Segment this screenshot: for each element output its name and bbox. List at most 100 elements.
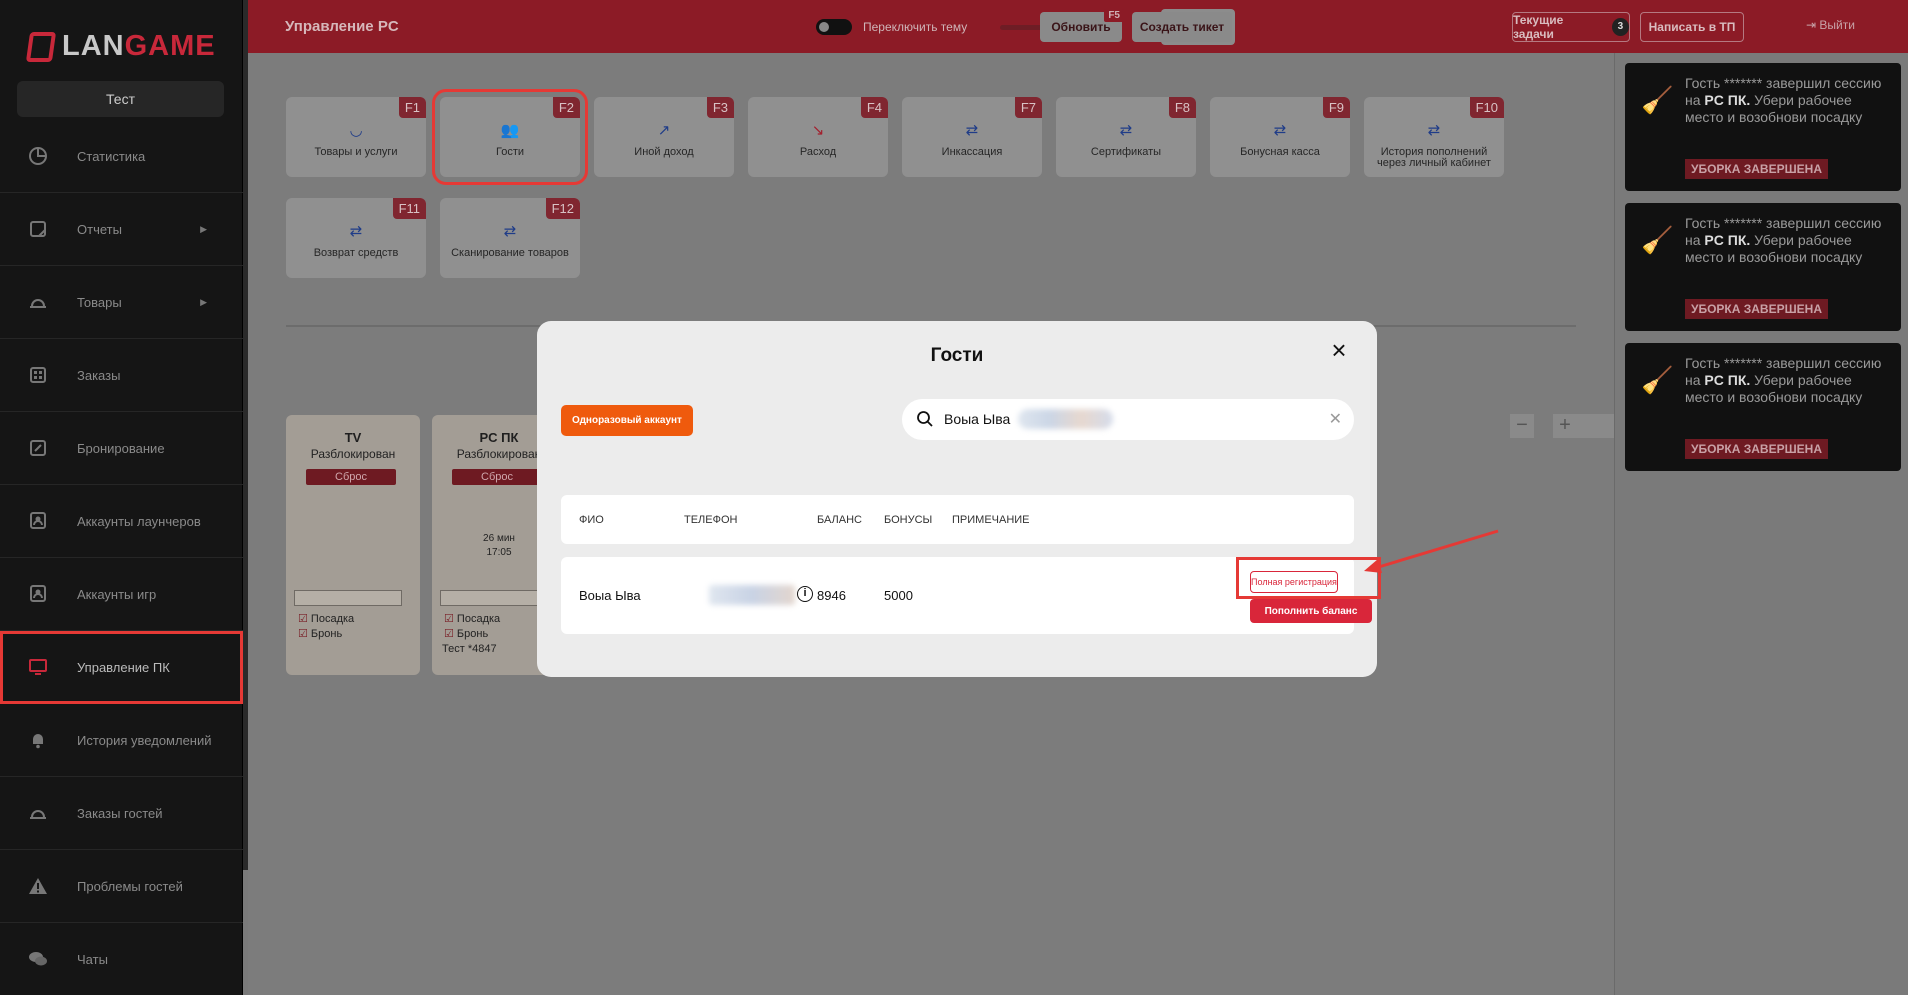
cloche-icon [27, 291, 49, 313]
sidebar-item-label: Управление ПК [77, 659, 170, 675]
sidebar-item-5[interactable]: Аккаунты лаунчеров [0, 485, 243, 558]
notif-guest: Гость ******* [1685, 75, 1763, 91]
create-ticket-button[interactable]: Создать тикет [1132, 12, 1232, 42]
quick-action-tile[interactable]: F10 ⇄ История пополнений через личный каби… [1364, 97, 1504, 177]
hotkey-badge: F11 [392, 198, 426, 219]
sidebar-item-6[interactable]: Аккаунты игр [0, 558, 243, 631]
onetime-account-button[interactable]: Одноразовый аккаунт [561, 405, 693, 436]
hotkey-badge: F1 [398, 97, 426, 118]
trend-down-icon: ↘ [811, 122, 825, 139]
tile-label: Возврат средств [313, 247, 399, 259]
sidebar-item-11[interactable]: Чаты [0, 923, 243, 995]
notif-guest: Гость ******* [1685, 355, 1763, 371]
tile-label: Гости [495, 146, 525, 158]
pc-note-input[interactable] [440, 590, 548, 606]
sidebar-item-7[interactable]: Управление ПК [0, 631, 243, 704]
page-title: Управление PC [285, 18, 399, 35]
quick-action-tile[interactable]: F2 👥 Гости [432, 89, 588, 185]
cloche-icon [27, 802, 49, 824]
hotkey-badge: F8 [1168, 97, 1196, 118]
sidebar-item-4[interactable]: Бронирование [0, 412, 243, 485]
guests-table-header: ФИО ТЕЛЕФОН БАЛАНС БОНУСЫ ПРИМЕЧАНИЕ [561, 495, 1354, 544]
notification-card[interactable]: 🧹 Гость ******* завершил сессию на PC ПК.… [1625, 343, 1901, 471]
sidebar-item-label: Чаты [77, 951, 108, 967]
quick-action-tile[interactable]: F11 ⇄ Возврат средств [286, 198, 426, 278]
theme-toggle[interactable] [816, 19, 852, 35]
account-icon [27, 583, 49, 605]
pc-note-input[interactable] [294, 590, 402, 606]
chevron-right-icon: ▶ [200, 296, 207, 307]
sidebar-item-1[interactable]: Отчеты ▶ [0, 193, 243, 266]
clear-search-icon[interactable]: ✕ [1329, 409, 1342, 429]
sidebar-item-10[interactable]: Проблемы гостей [0, 850, 243, 923]
quick-action-tile[interactable]: F3 ↗ Иной доход [594, 97, 734, 177]
write-support-button[interactable]: Написать в ТП [1640, 12, 1744, 42]
money-icon: ⇄ [965, 122, 979, 139]
tile-label: Сертификаты [1090, 146, 1162, 158]
tile-label: Сканирование товаров [451, 247, 569, 259]
pc-card[interactable]: TV Разблокирован Сброс Посадка Бронь [286, 415, 420, 675]
quick-action-tile[interactable]: F7 ⇄ Инкассация [902, 97, 1042, 177]
guest-search-input[interactable]: Воыа Ыва ✕ [902, 399, 1354, 440]
tasks-count-badge: 3 [1611, 18, 1629, 36]
hotkey-badge: F7 [1014, 97, 1042, 118]
logout-button[interactable]: ⇥ Выйти [1806, 18, 1855, 32]
info-icon[interactable]: i [797, 586, 813, 602]
checkbox-seating[interactable]: Посадка [444, 612, 500, 625]
chat-icon [27, 948, 49, 970]
sidebar-item-3[interactable]: Заказы [0, 339, 243, 412]
col-name: ФИО [579, 514, 604, 526]
full-registration-button[interactable]: Полная регистрация [1250, 571, 1338, 593]
checkbox-seating[interactable]: Посадка [298, 612, 354, 625]
tile-label: История пополнений через личный кабинет [1377, 146, 1491, 169]
checkbox-booking[interactable]: Бронь [298, 627, 342, 640]
quick-action-tile[interactable]: F1 ◡ Товары и услуги [286, 97, 426, 177]
sidebar-item-0[interactable]: Статистика [0, 120, 243, 193]
notification-card[interactable]: 🧹 Гость ******* завершил сессию на PC ПК.… [1625, 63, 1901, 191]
notif-guest: Гость ******* [1685, 215, 1763, 231]
search-icon [917, 411, 933, 427]
pc-name: TV [344, 430, 362, 445]
refresh-button[interactable]: Обновить F5 [1040, 9, 1124, 42]
sidebar-item-2[interactable]: Товары ▶ [0, 266, 243, 339]
tile-label: Товары и услуги [314, 146, 398, 158]
quick-action-tile[interactable]: F9 ⇄ Бонусная касса [1210, 97, 1350, 177]
top-up-balance-button[interactable]: Пополнить баланс [1250, 599, 1372, 623]
col-bonus: БОНУСЫ [884, 514, 933, 526]
sidebar-item-label: Заказы гостей [77, 805, 163, 821]
notif-pc: PC ПК. [1704, 232, 1751, 248]
money-icon: ⇄ [503, 223, 517, 240]
theme-toggle-label: Переключить тему [863, 19, 968, 34]
sidebar-item-label: Бронирование [77, 440, 165, 456]
notification-card[interactable]: 🧹 Гость ******* завершил сессию на PC ПК.… [1625, 203, 1901, 331]
zoom-in-button[interactable]: + [1553, 414, 1577, 438]
search-value: Воыа Ыва [944, 411, 1011, 427]
col-phone: ТЕЛЕФОН [684, 514, 738, 526]
close-icon[interactable]: × [1327, 337, 1351, 363]
quick-action-tile[interactable]: F4 ↘ Расход [748, 97, 888, 177]
reset-button[interactable]: Сброс [452, 469, 542, 485]
money-icon: ⇄ [1273, 122, 1287, 139]
club-selector[interactable]: Тест [17, 81, 224, 117]
broom-icon: 🧹 [1641, 365, 1674, 395]
zoom-out-button[interactable]: − [1510, 414, 1534, 438]
tile-label: Иной доход [634, 146, 694, 158]
notif-pc: PC ПК. [1704, 372, 1751, 388]
notifications-panel: 🧹 Гость ******* завершил сессию на PC ПК.… [1614, 53, 1908, 995]
sidebar-item-9[interactable]: Заказы гостей [0, 777, 243, 850]
reset-button[interactable]: Сброс [306, 469, 396, 485]
monitor-icon [27, 656, 49, 678]
pc-state: Разблокирован [310, 447, 396, 461]
table-row[interactable]: Воыа Ыва i 8946 5000 Полная регистрация … [561, 557, 1381, 634]
sidebar-menu: Статистика Отчеты ▶ Товары ▶ Заказы Бронирован… [0, 120, 243, 995]
sidebar-item-8[interactable]: История уведомлений [0, 704, 243, 777]
logo-mark-icon [25, 31, 57, 62]
quick-action-tile[interactable]: F8 ⇄ Сертификаты [1056, 97, 1196, 177]
users-icon: 👥 [500, 122, 520, 139]
money-icon: ⇄ [1119, 122, 1133, 139]
annotation-arrow [1364, 529, 1499, 573]
current-tasks-button[interactable]: Текущие задачи 3 [1512, 12, 1630, 42]
checkbox-booking[interactable]: Бронь [444, 627, 488, 640]
quick-action-tile[interactable]: F12 ⇄ Сканирование товаров [440, 198, 580, 278]
sidebar-item-label: Товары [77, 294, 122, 310]
